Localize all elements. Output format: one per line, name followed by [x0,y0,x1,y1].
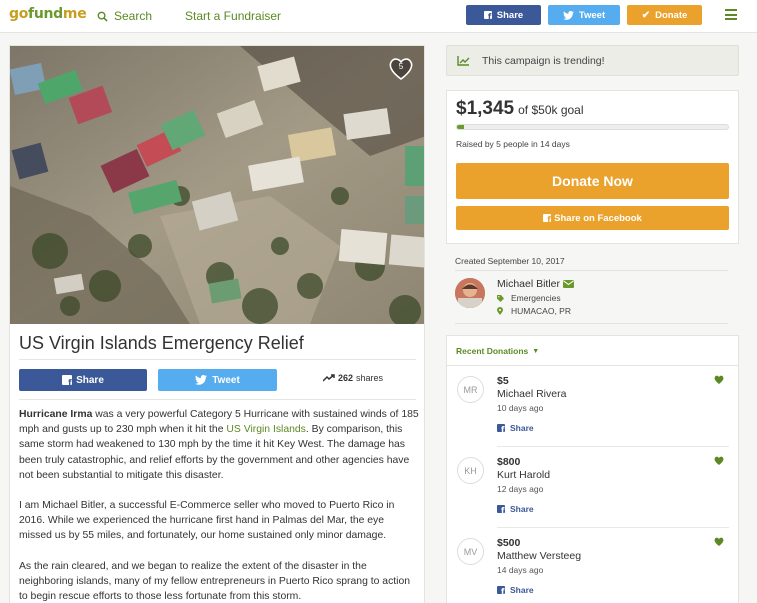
search-icon [97,11,108,22]
header-tweet-button[interactable]: Tweet [548,5,620,25]
raised-by-text: Raised by 5 people in 14 days [456,139,570,149]
donor-name: Kurt Harold [497,469,551,481]
progress-fill [457,125,465,129]
header-facebook-share-button[interactable]: Share [466,5,541,25]
donation-amount: $500 [497,537,521,549]
donation-goal-card: $1,345 of $50k goal Raised by 5 people i… [446,90,739,244]
twitter-icon [195,375,208,385]
created-date: Created September 10, 2017 [455,256,565,266]
donate-now-button[interactable]: Donate Now [456,163,729,199]
donation-amount: $5 [497,375,509,387]
donation-item: KH $800 Kurt Harold 12 days ago Share [447,447,740,528]
donation-item: MV $500 Matthew Versteeg 14 days ago Sha… [447,528,740,603]
heart-icon[interactable] [714,375,724,384]
location-pin-icon [497,307,503,315]
envelope-icon[interactable] [563,280,575,288]
donation-time: 10 days ago [497,403,544,413]
search-label: Search [114,9,153,23]
trending-banner: This campaign is trending! [446,45,739,76]
raised-summary: $1,345 of $50k goal [456,98,584,120]
campaign-photo: 5 [10,46,424,324]
gofundme-logo[interactable]: gofundme [9,6,87,22]
recent-donations-toggle[interactable]: Recent Donations ▼ [456,346,539,356]
raised-amount: $1,345 [456,98,515,119]
goal-text: of $50k goal [518,103,584,117]
donation-time: 14 days ago [497,565,544,575]
campaign-card: 5 US Virgin Islands Emergency Relief Sha… [9,45,425,603]
trending-chart-icon [457,56,470,66]
facebook-icon [62,375,73,387]
heart-icon[interactable] [714,456,724,465]
story-paragraph: I am Michael Bitler, a successful E-Comm… [19,500,395,542]
organizer-name[interactable]: Michael Bitler [497,278,575,290]
share-on-facebook-button[interactable]: Share on Facebook [456,206,729,230]
campaign-location: HUMACAO, PR [497,306,571,316]
twitter-icon [562,10,574,20]
donation-share-button[interactable]: Share [497,423,534,434]
donor-avatar: MV [457,538,484,565]
tag-icon [497,294,504,302]
facebook-icon [483,11,492,21]
trending-icon [323,374,335,382]
divider [455,270,728,271]
donation-item: MR $5 Michael Rivera 10 days ago Share [447,366,740,447]
virgin-islands-link[interactable]: US Virgin Islands [226,424,306,435]
donation-time: 12 days ago [497,484,544,494]
progress-bar [456,124,729,130]
share-count: 262 shares [323,373,383,383]
heart-icon[interactable] [714,537,724,546]
recent-donations-header: Recent Donations ▼ [446,335,739,366]
facebook-icon [543,214,552,224]
heart-count: 5 [398,62,404,71]
donor-avatar: MR [457,376,484,403]
campaign-category[interactable]: Emergencies [497,293,561,303]
divider [455,323,728,324]
donation-list: MR $5 Michael Rivera 10 days ago Share K… [446,366,739,603]
story-paragraph: As the rain cleared, and we began to rea… [19,560,411,603]
campaign-facebook-share-button[interactable]: Share [19,369,147,391]
start-fundraiser-link[interactable]: Start a Fundraiser [185,9,281,23]
facebook-icon [497,424,505,434]
header-donate-button[interactable]: ✔ Donate [627,5,702,25]
organizer-avatar[interactable] [455,278,485,308]
donor-name: Matthew Versteeg [497,550,582,562]
trending-text: This campaign is trending! [482,54,605,67]
checkmark-icon: ✔ [641,9,651,21]
facebook-icon [497,586,505,596]
donor-avatar: KH [457,457,484,484]
top-navigation: gofundme Search Start a Fundraiser Share… [0,0,757,33]
campaign-title: US Virgin Islands Emergency Relief [19,333,304,353]
divider [19,399,416,400]
search-link[interactable]: Search [97,9,152,23]
donation-share-button[interactable]: Share [497,585,534,596]
donation-amount: $800 [497,456,521,468]
campaign-tweet-button[interactable]: Tweet [158,369,277,391]
favorite-heart-icon[interactable]: 5 [387,54,415,82]
story-paragraph: Hurricane Irma was a very powerful Categ… [19,409,419,481]
donor-name: Michael Rivera [497,388,567,400]
facebook-icon [497,505,505,515]
campaign-story: Hurricane Irma was a very powerful Categ… [19,407,419,603]
caret-down-icon: ▼ [532,347,540,355]
donation-share-button[interactable]: Share [497,504,534,515]
menu-icon[interactable] [725,9,737,20]
divider [19,359,416,360]
